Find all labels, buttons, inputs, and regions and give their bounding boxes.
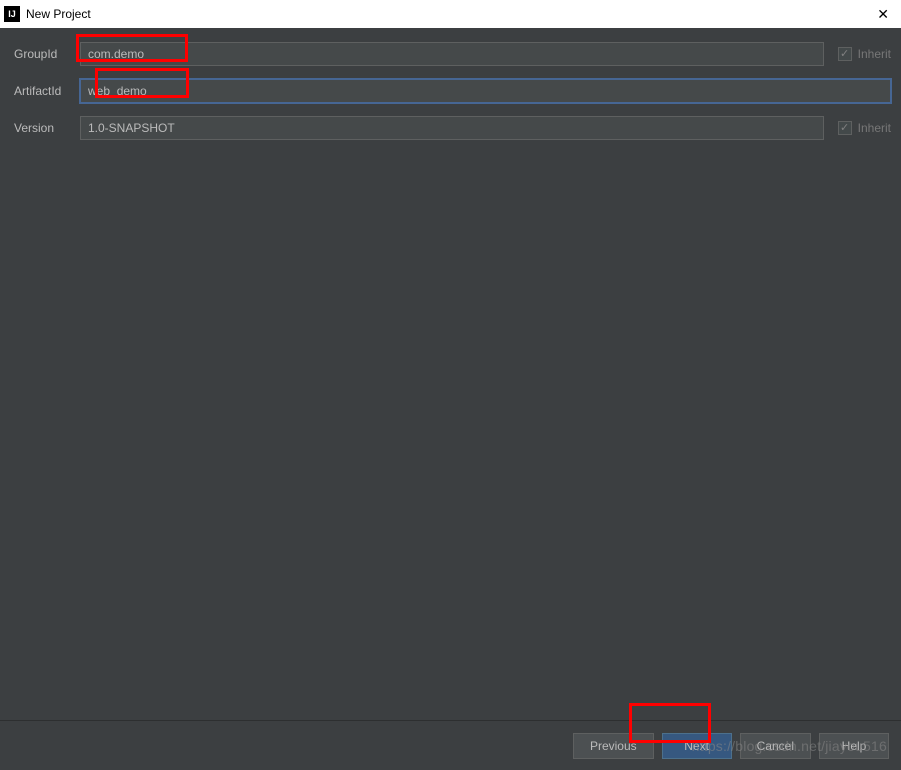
app-icon: IJ [4, 6, 20, 22]
version-inherit-checkbox[interactable] [838, 121, 852, 135]
version-inherit-label: Inherit [858, 121, 891, 135]
cancel-button[interactable]: Cancel [740, 733, 811, 759]
artifactid-input-wrap [80, 79, 891, 103]
window-title: New Project [26, 7, 91, 21]
help-button[interactable]: Help [819, 733, 889, 759]
artifactid-row: ArtifactId [14, 79, 891, 103]
version-row: Version Inherit [14, 116, 891, 140]
groupid-inherit-wrap: Inherit [838, 47, 891, 61]
groupid-input[interactable] [80, 42, 824, 66]
dialog-footer: Previous Next Cancel Help [0, 720, 901, 770]
next-button[interactable]: Next [662, 733, 732, 759]
version-label: Version [14, 121, 80, 135]
artifactid-input[interactable] [80, 79, 891, 103]
groupid-row: GroupId Inherit [14, 42, 891, 66]
window-titlebar: IJ New Project ✕ [0, 0, 901, 28]
previous-button[interactable]: Previous [573, 733, 654, 759]
groupid-input-wrap [80, 42, 824, 66]
form-content: GroupId Inherit ArtifactId Version Inher… [0, 28, 901, 140]
close-icon[interactable]: ✕ [873, 6, 893, 23]
groupid-label: GroupId [14, 47, 80, 61]
version-input[interactable] [80, 116, 824, 140]
version-input-wrap [80, 116, 824, 140]
groupid-inherit-checkbox[interactable] [838, 47, 852, 61]
artifactid-label: ArtifactId [14, 84, 80, 98]
version-inherit-wrap: Inherit [838, 121, 891, 135]
groupid-inherit-label: Inherit [858, 47, 891, 61]
titlebar-left: IJ New Project [4, 6, 91, 22]
